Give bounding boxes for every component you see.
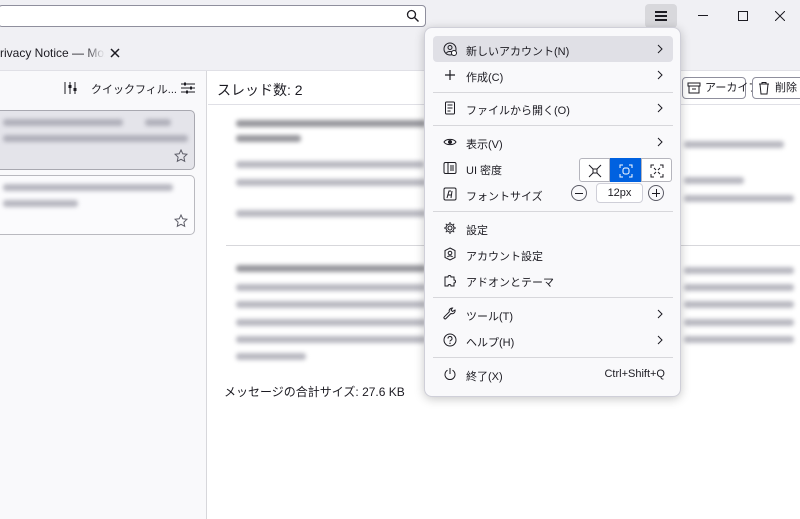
menu-item-quit[interactable]: 終了(X) Ctrl+Shift+Q [433,361,673,387]
close-window-button[interactable] [760,4,800,28]
density-compact-button[interactable] [579,158,610,182]
maximize-button[interactable] [723,4,763,28]
thread-count: スレッド数: 2 [217,82,303,98]
menu-item-addons-themes[interactable]: アドオンとテーマ [433,267,673,293]
density-touch-icon [650,164,664,178]
display-options-icon[interactable] [181,81,195,95]
menu-item-settings[interactable]: 設定 [433,215,673,241]
density-normal-icon [619,164,633,178]
menu-item-open-file[interactable]: ファイルから開く(O) [433,95,673,121]
menu-item-label: 作成(C) [466,72,504,84]
menu-item-view[interactable]: 表示(V) [433,129,673,155]
new-account-icon [443,42,457,56]
menu-separator [433,357,673,358]
quick-filter-bar: クイックフィル... [0,71,207,105]
thread-card[interactable] [0,175,195,235]
minimize-button[interactable] [683,4,723,28]
density-selector [579,158,672,182]
density-touch-button[interactable] [641,158,672,182]
menu-item-account-settings[interactable]: アカウント設定 [433,241,673,267]
menu-item-label: 設定 [466,225,488,237]
menu-item-label: UI 密度 [466,165,503,177]
menu-item-label: 表示(V) [466,139,503,151]
font-size-value: 12px [596,183,643,203]
menu-item-font-size: フォントサイズ 12px [433,181,673,207]
wrench-icon [443,307,456,320]
hamburger-menu-icon [655,11,667,13]
app-menu-button[interactable] [645,4,677,28]
quit-shortcut: Ctrl+Shift+Q [604,368,665,380]
file-icon [445,101,455,115]
menu-item-label: ツール(T) [466,311,514,323]
help-icon [443,333,457,347]
density-normal-button[interactable] [610,158,641,182]
chevron-right-icon [657,103,663,113]
titlebar [0,0,800,33]
menu-item-label: フォントサイズ [466,191,543,203]
menu-separator [433,297,673,298]
puzzle-icon [444,275,456,287]
menu-item-label: アドオンとテーマ [466,277,554,289]
search-box[interactable] [0,5,426,27]
eye-icon [443,138,457,146]
archive-button[interactable]: アーカイブ [682,77,759,99]
delete-button[interactable]: 削除 [752,77,800,99]
close-icon [775,11,785,21]
menu-item-ui-density: UI 密度 [433,155,673,182]
menu-separator [433,92,673,93]
font-size-decrease-button[interactable] [571,185,587,201]
density-compact-icon [588,164,602,178]
delete-label: 削除 [775,82,797,94]
chevron-right-icon [657,44,663,54]
chevron-right-icon [657,137,663,147]
menu-item-label: ヘルプ(H) [466,337,515,349]
tab-privacy-notice[interactable]: rivacy Notice — Mozilla [0,37,130,69]
menu-item-help[interactable]: ヘルプ(H) [433,327,673,353]
trash-icon [759,82,769,95]
menu-item-new-account[interactable]: 新しいアカウント(N) [433,36,673,62]
search-icon[interactable] [406,9,420,23]
star-icon[interactable] [174,149,188,163]
menu-item-tools[interactable]: ツール(T) [433,301,673,327]
star-icon[interactable] [174,214,188,228]
quick-filter-label: クイックフィル... [91,84,177,96]
thread-pane: クイックフィル... [0,71,207,519]
font-size-increase-button[interactable] [648,185,664,201]
menu-separator [433,211,673,212]
account-settings-icon [444,247,456,261]
close-icon[interactable] [108,46,122,60]
plus-icon [445,70,455,80]
menu-separator [433,125,673,126]
menu-item-compose[interactable]: 作成(C) [433,62,673,88]
gear-icon [444,222,456,234]
maximize-icon [738,11,748,21]
menu-item-label: 終了(X) [466,371,503,383]
density-icon [443,162,457,174]
font-size-icon [443,187,457,201]
filter-icon [64,82,77,94]
tab-title: rivacy Notice — Mozilla [0,46,105,60]
app-menu: 新しいアカウント(N) 作成(C) ファイルから開く(O) 表示(V) UI 密… [424,27,681,397]
menu-item-label: アカウント設定 [466,251,543,263]
menu-item-label: ファイルから開く(O) [466,105,570,117]
chevron-right-icon [657,309,663,319]
chevron-right-icon [657,70,663,80]
minimize-icon [698,15,708,16]
archive-icon [687,82,701,94]
total-size-text: メッセージの合計サイズ: 27.6 KB [224,385,405,399]
thread-card[interactable] [0,110,195,170]
search-input[interactable] [0,6,399,26]
menu-item-label: 新しいアカウント(N) [466,46,570,58]
power-icon [444,368,456,380]
chevron-right-icon [657,335,663,345]
